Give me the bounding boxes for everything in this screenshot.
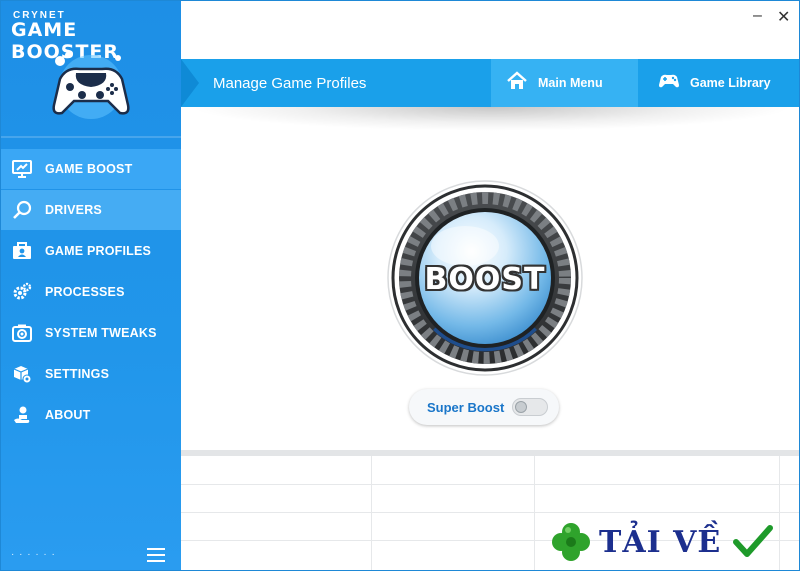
page-title: Manage Game Profiles [213, 75, 367, 92]
box-settings-icon [11, 363, 33, 385]
home-icon [506, 70, 528, 96]
boost-button[interactable]: BOOST [387, 180, 583, 376]
profile-card-icon [11, 240, 33, 262]
hand-user-icon [11, 404, 33, 426]
main-menu-button[interactable]: Main Menu [491, 59, 638, 107]
super-boost-label: Super Boost [427, 399, 505, 415]
camera-settings-icon [11, 322, 33, 344]
sidebar-item-system-tweaks[interactable]: SYSTEM TWEAKS [1, 313, 181, 353]
watermark-text: TẢI VỀ [599, 524, 722, 560]
sidebar-item-label: GAME BOOST [45, 162, 133, 176]
super-boost-pill: Super Boost [409, 389, 559, 425]
grid-row-line [181, 512, 799, 513]
sidebar-item-settings[interactable]: SETTINGS [1, 354, 181, 394]
boost-label: BOOST [424, 262, 546, 297]
sidebar-item-label: PROCESSES [45, 285, 125, 299]
hamburger-menu-icon[interactable] [147, 548, 165, 562]
sidebar: CRYNET GAME BOOSTER GAME BOOST DRIVERS G… [1, 1, 181, 570]
sidebar-item-label: SETTINGS [45, 367, 110, 381]
close-button[interactable]: ✕ [777, 7, 790, 27]
main-menu-label: Main Menu [538, 76, 603, 90]
super-boost-toggle[interactable] [512, 398, 548, 416]
sidebar-item-game-profiles[interactable]: GAME PROFILES [1, 231, 181, 271]
toggle-knob [515, 401, 527, 413]
header-arrow [181, 59, 199, 107]
game-library-label: Game Library [690, 76, 771, 90]
check-icon [733, 525, 774, 557]
sidebar-item-drivers[interactable]: DRIVERS [1, 190, 181, 230]
game-library-button[interactable]: Game Library [638, 59, 799, 107]
grid-col-line [371, 456, 372, 570]
header-shadow [189, 107, 794, 131]
sidebar-footer-text: · · · · · · [11, 549, 56, 560]
monitor-boost-icon [11, 158, 33, 180]
grid-col-line [534, 456, 535, 570]
clover-icon [552, 523, 590, 561]
sidebar-item-game-boost[interactable]: GAME BOOST [1, 149, 181, 189]
sidebar-item-label: SYSTEM TWEAKS [45, 326, 157, 340]
sidebar-nav: GAME BOOST DRIVERS GAME PROFILES PROCESS… [1, 149, 181, 436]
gears-icon [11, 281, 33, 303]
gamepad-logo-icon [52, 52, 130, 119]
search-icon [11, 199, 33, 221]
minimize-button[interactable]: – [753, 7, 762, 25]
gamepad-icon [658, 73, 680, 94]
download-watermark: TẢI VỀ [551, 519, 799, 565]
sidebar-item-label: GAME PROFILES [45, 244, 152, 258]
app-window: CRYNET GAME BOOSTER GAME BOOST DRIVERS G… [0, 0, 800, 571]
brand-divider [1, 136, 181, 138]
grid-row-line [181, 484, 799, 485]
sidebar-item-label: DRIVERS [45, 203, 102, 217]
sidebar-item-about[interactable]: ABOUT [1, 395, 181, 435]
sidebar-item-processes[interactable]: PROCESSES [1, 272, 181, 312]
sidebar-item-label: ABOUT [45, 408, 91, 422]
